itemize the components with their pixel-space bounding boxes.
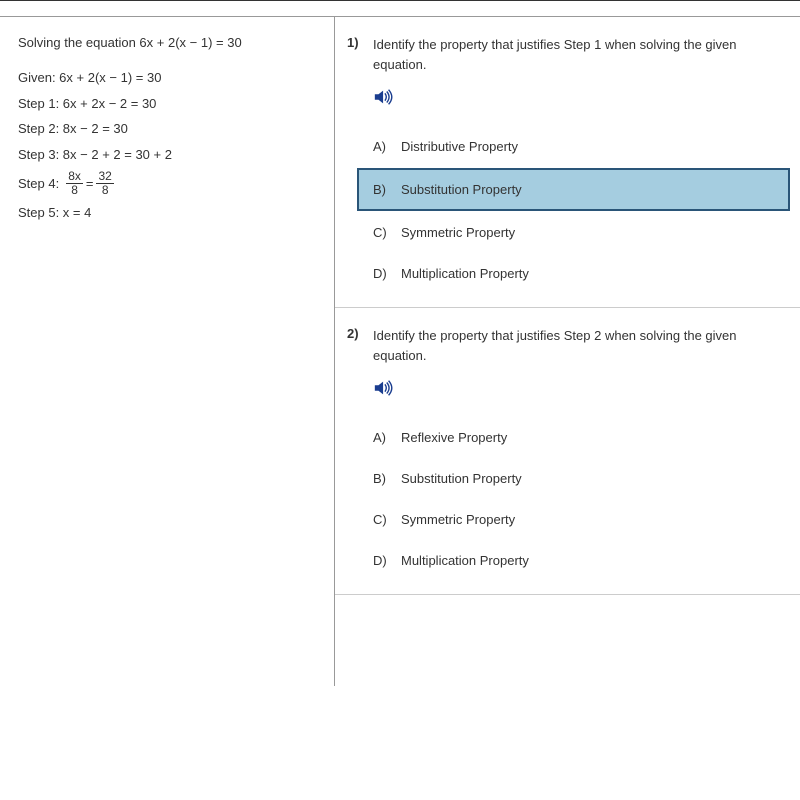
choice-1b[interactable]: B) Substitution Property [357, 168, 790, 211]
choice-2c[interactable]: C) Symmetric Property [359, 500, 788, 539]
question-text-1: Identify the property that justifies Ste… [373, 35, 788, 74]
question-row: 1) Identify the property that justifies … [347, 35, 788, 74]
question-text-2: Identify the property that justifies Ste… [373, 326, 788, 365]
choice-text: Substitution Property [401, 182, 522, 197]
problem-title: Solving the equation 6x + 2(x − 1) = 30 [18, 35, 322, 50]
choice-letter: C) [373, 225, 401, 240]
fraction-2: 32 8 [96, 170, 113, 197]
choice-2a[interactable]: A) Reflexive Property [359, 418, 788, 457]
audio-icon[interactable] [373, 379, 395, 400]
step-1: Step 1: 6x + 2x − 2 = 30 [18, 94, 322, 114]
choice-text: Multiplication Property [401, 553, 529, 568]
choice-1c[interactable]: C) Symmetric Property [359, 213, 788, 252]
choice-letter: A) [373, 430, 401, 445]
question-number-2: 2) [347, 326, 373, 365]
fraction-2-den: 8 [100, 184, 111, 197]
choice-letter: D) [373, 553, 401, 568]
main-container: Solving the equation 6x + 2(x − 1) = 30 … [0, 16, 800, 686]
fraction-1-num: 8x [66, 170, 83, 184]
step-2: Step 2: 8x − 2 = 30 [18, 119, 322, 139]
choices-list-2: A) Reflexive Property B) Substitution Pr… [359, 418, 788, 580]
top-border [0, 0, 800, 16]
audio-icon[interactable] [373, 88, 395, 109]
left-panel: Solving the equation 6x + 2(x − 1) = 30 … [0, 17, 335, 686]
choice-text: Symmetric Property [401, 225, 515, 240]
question-block-1: 1) Identify the property that justifies … [335, 17, 800, 308]
choice-1d[interactable]: D) Multiplication Property [359, 254, 788, 293]
fraction-1: 8x 8 [66, 170, 83, 197]
equals-sign: = [86, 174, 94, 194]
choice-letter: A) [373, 139, 401, 154]
choice-1a[interactable]: A) Distributive Property [359, 127, 788, 166]
step-4: Step 4: 8x 8 = 32 8 [18, 170, 322, 197]
step-3: Step 3: 8x − 2 + 2 = 30 + 2 [18, 145, 322, 165]
choice-2d[interactable]: D) Multiplication Property [359, 541, 788, 580]
choice-text: Symmetric Property [401, 512, 515, 527]
choice-letter: B) [373, 471, 401, 486]
question-row: 2) Identify the property that justifies … [347, 326, 788, 365]
choice-letter: C) [373, 512, 401, 527]
question-block-2: 2) Identify the property that justifies … [335, 308, 800, 595]
choice-text: Multiplication Property [401, 266, 529, 281]
choice-text: Distributive Property [401, 139, 518, 154]
choice-letter: D) [373, 266, 401, 281]
choice-letter: B) [373, 182, 401, 197]
step-4-label: Step 4: [18, 174, 59, 194]
choice-2b[interactable]: B) Substitution Property [359, 459, 788, 498]
choice-text: Reflexive Property [401, 430, 507, 445]
choice-text: Substitution Property [401, 471, 522, 486]
choices-list-1: A) Distributive Property B) Substitution… [359, 127, 788, 293]
step-5: Step 5: x = 4 [18, 203, 322, 223]
fraction-1-den: 8 [69, 184, 80, 197]
fraction-2-num: 32 [96, 170, 113, 184]
question-number-1: 1) [347, 35, 373, 74]
right-panel: 1) Identify the property that justifies … [335, 17, 800, 686]
given-line: Given: 6x + 2(x − 1) = 30 [18, 68, 322, 88]
